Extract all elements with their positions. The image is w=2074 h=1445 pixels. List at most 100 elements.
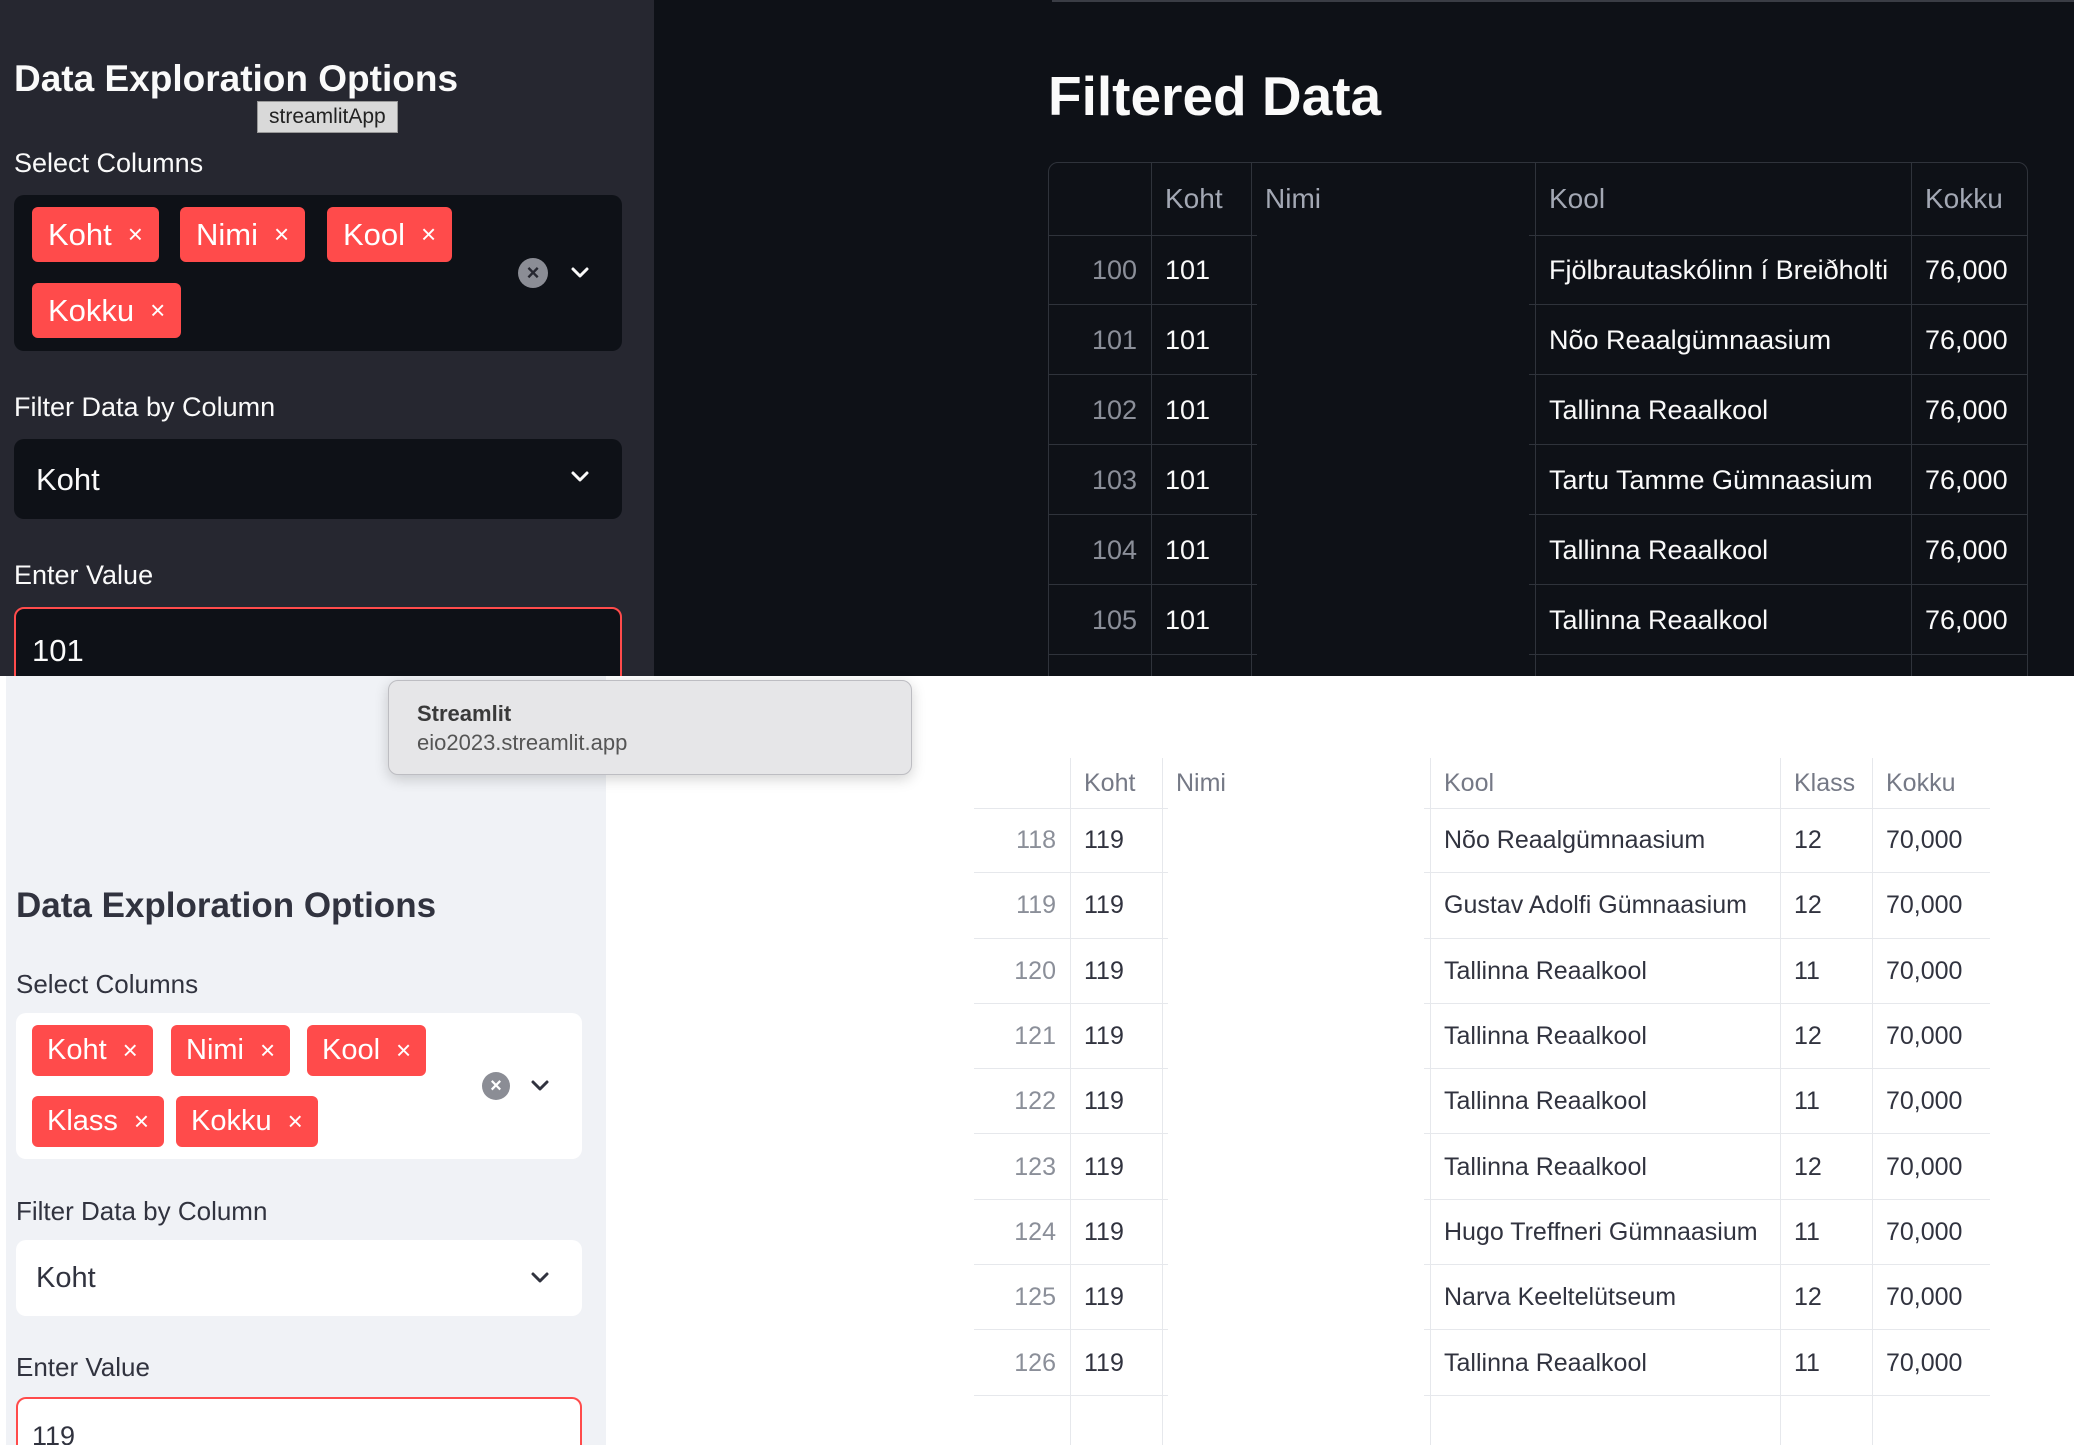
chevron-down-icon[interactable]	[528, 1266, 552, 1290]
column-multiselect[interactable]: Koht × Nimi × Kool × Klass × Kokku × ×	[16, 1013, 582, 1159]
table-cell: Tallinna Reaalkool	[1444, 1022, 1647, 1051]
chevron-down-icon[interactable]	[568, 261, 592, 285]
column-header[interactable]: Kool	[1535, 163, 1911, 235]
row-index: 125	[1014, 1283, 1056, 1312]
table-cell: Nõo Reaalgümnaasium	[1549, 324, 1832, 355]
enter-value-text: 101	[32, 633, 84, 668]
row-index: 123	[1014, 1152, 1056, 1181]
x-circle-icon[interactable]: ×	[518, 258, 548, 288]
chip-label: Koht	[48, 216, 112, 252]
chip-kokku[interactable]: Kokku ×	[32, 283, 182, 338]
column-header[interactable]	[1049, 163, 1151, 235]
close-icon[interactable]: ×	[150, 295, 165, 326]
table-cell: 70,000	[1886, 1152, 1963, 1181]
table-cell: 70,000	[1886, 1348, 1963, 1377]
table-cell: 70,000	[1886, 826, 1963, 855]
close-icon[interactable]: ×	[123, 1035, 138, 1066]
column-header[interactable]: Koht	[1070, 758, 1162, 808]
sidebar: Data Exploration Options Select Columns …	[6, 676, 606, 1445]
table-cell: Fjölbrautaskólinn í Breiðholti	[1549, 254, 1889, 285]
close-icon[interactable]: ×	[396, 1035, 411, 1066]
column-header[interactable]: Koht	[1151, 163, 1251, 235]
select-columns-label: Select Columns	[16, 969, 199, 999]
column-divider[interactable]	[1162, 758, 1163, 1445]
table-cell: 101	[1165, 604, 1211, 635]
sidebar-title: Data Exploration Options	[14, 58, 459, 99]
close-icon[interactable]: ×	[274, 219, 289, 250]
chevron-down-icon[interactable]	[528, 1074, 552, 1098]
table-cell: 70,000	[1886, 956, 1963, 985]
chip-kokku[interactable]: Kokku ×	[176, 1096, 318, 1147]
filter-column-select[interactable]: Koht	[16, 1240, 582, 1316]
table-cell: 101	[1165, 394, 1211, 425]
filter-label: Filter Data by Column	[16, 1196, 268, 1226]
table-cell: 101	[1165, 324, 1211, 355]
chip-koht[interactable]: Koht ×	[32, 1025, 153, 1076]
row-index: 104	[1091, 534, 1137, 565]
chip-nimi[interactable]: Nimi ×	[180, 207, 306, 262]
column-divider[interactable]	[1535, 163, 1536, 676]
enter-value-label: Enter Value	[16, 1352, 150, 1382]
filter-select-value: Koht	[36, 1262, 96, 1294]
column-divider[interactable]	[1911, 163, 1912, 676]
enter-value-input[interactable]: 119	[16, 1397, 582, 1445]
table-cell: Tallinna Reaalkool	[1549, 604, 1769, 635]
column-header[interactable]: Nimi	[1251, 163, 1535, 235]
data-table[interactable]: Koht Nimi Kool Kokku 100 101 Fjölbrautaskólinn…	[1048, 162, 2028, 676]
table-cell: 12	[1794, 1283, 1822, 1312]
enter-value-label: Enter Value	[14, 560, 154, 590]
table-cell: Tallinna Reaalkool	[1549, 534, 1769, 565]
table-cell: 119	[1084, 1283, 1124, 1312]
column-divider[interactable]	[1070, 758, 1071, 1445]
column-header[interactable]: Kool	[1430, 758, 1780, 808]
table-cell: 101	[1165, 254, 1211, 285]
column-header[interactable]: Klass	[1780, 758, 1872, 808]
table-cell: 76,000	[1925, 464, 2008, 495]
table-cell: 101	[1165, 464, 1211, 495]
chip-label: Nimi	[196, 216, 258, 252]
table-cell: 76,000	[1925, 534, 2008, 565]
close-icon[interactable]: ×	[134, 1106, 149, 1137]
column-divider[interactable]	[1780, 758, 1781, 1445]
filter-column-select[interactable]: Koht	[14, 439, 622, 519]
table-cell: 76,000	[1925, 324, 2008, 355]
enter-value-input[interactable]: 101	[14, 607, 622, 676]
chip-klass[interactable]: Klass ×	[32, 1096, 165, 1147]
table-cell: 70,000	[1886, 891, 1963, 920]
filter-select-value: Koht	[36, 462, 100, 497]
chip-koht[interactable]: Koht ×	[32, 207, 159, 262]
table-cell: 11	[1794, 1348, 1820, 1377]
column-header[interactable]: Nimi	[1162, 758, 1430, 808]
data-table[interactable]: Koht Nimi Kool Klass Kokku 118 119 Nõo Reaalgüm…	[974, 758, 1990, 1445]
header-divider	[1052, 0, 2074, 2]
x-circle-icon[interactable]: ×	[482, 1072, 510, 1100]
row-index: 103	[1091, 464, 1137, 495]
chip-nimi[interactable]: Nimi ×	[171, 1025, 291, 1076]
table-cell: 11	[1794, 1087, 1820, 1116]
table-cell: 70,000	[1886, 1022, 1963, 1051]
table-cell: Nõo Reaalgümnaasium	[1444, 826, 1706, 855]
column-header[interactable]	[974, 758, 1070, 808]
popup-url: eio2023.streamlit.app	[417, 730, 628, 755]
row-index: 120	[1014, 956, 1056, 985]
table-cell: Tallinna Reaalkool	[1444, 1152, 1647, 1181]
close-icon[interactable]: ×	[288, 1106, 303, 1137]
column-divider[interactable]	[1151, 163, 1152, 676]
row-index: 119	[1016, 891, 1056, 920]
column-divider[interactable]	[1251, 163, 1252, 676]
link-preview-popup: Streamlit eio2023.streamlit.app	[388, 680, 912, 775]
close-icon[interactable]: ×	[260, 1035, 275, 1066]
empty-column-area	[1257, 235, 1529, 659]
close-icon[interactable]: ×	[421, 219, 436, 250]
chip-kool[interactable]: Kool ×	[327, 207, 453, 262]
column-multiselect[interactable]: Koht × Nimi × Kool × Kokku × ×	[14, 195, 622, 351]
column-header[interactable]: Kokku	[1872, 758, 1990, 808]
column-divider[interactable]	[1872, 758, 1873, 1445]
column-divider[interactable]	[1430, 758, 1431, 1445]
table-cell: 119	[1084, 1087, 1124, 1116]
chevron-down-icon[interactable]	[568, 465, 592, 489]
select-columns-label: Select Columns	[14, 148, 204, 178]
chip-kool[interactable]: Kool ×	[307, 1025, 427, 1076]
column-header[interactable]: Kokku	[1911, 163, 2027, 235]
close-icon[interactable]: ×	[128, 219, 143, 250]
